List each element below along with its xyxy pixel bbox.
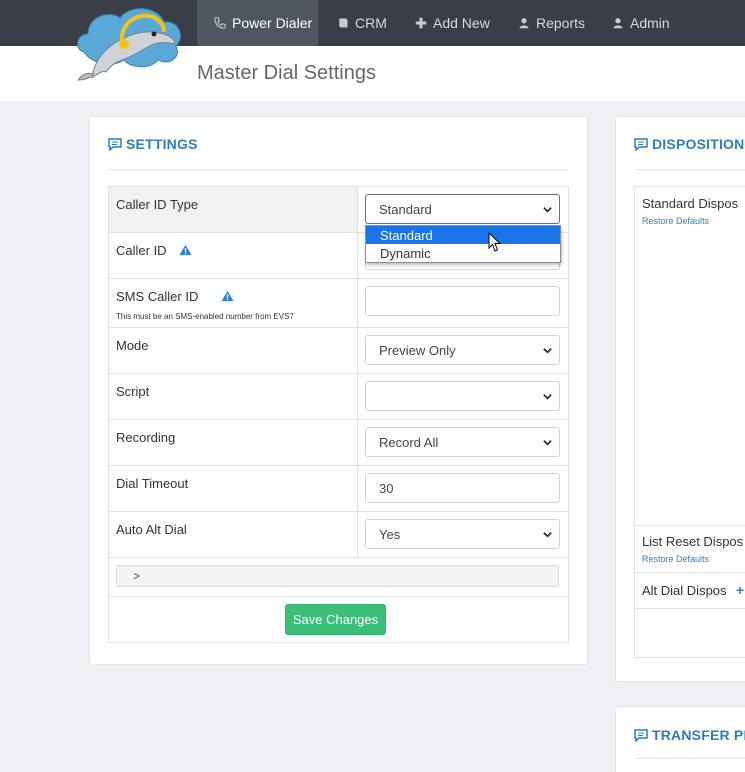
divider (634, 758, 745, 759)
advanced-collapser[interactable]: > (116, 565, 559, 587)
transfer-title: TRANSFER PR (652, 727, 745, 743)
nav-power-dialer[interactable]: Power Dialer (197, 0, 318, 46)
dolphin-logo[interactable] (72, 0, 188, 84)
dispositions-title: DISPOSITIONS (652, 136, 745, 152)
auto-alt-dial-value: Yes (379, 526, 401, 542)
standard-dispos-label: Standard Dispos (642, 196, 739, 211)
mode-label: Mode (109, 328, 358, 373)
list-reset-dispos-label: List Reset Dispos (642, 534, 744, 549)
caller-id-label: Caller ID (116, 243, 167, 258)
plus-icon (414, 16, 428, 30)
nav-admin[interactable]: Admin (611, 0, 670, 46)
caller-id-type-select[interactable]: Standard (365, 194, 560, 224)
save-changes-button[interactable]: Save Changes (285, 604, 386, 635)
row-recording: Recording Record All (109, 420, 568, 466)
dispositions-heading: DISPOSITIONS (634, 136, 745, 152)
comment-icon (634, 728, 648, 742)
nav-label: Admin (630, 15, 670, 31)
dial-timeout-value: 30 (379, 480, 394, 496)
user-icon (611, 16, 625, 30)
chevron-down-icon (543, 348, 552, 354)
nav-label: CRM (355, 15, 387, 31)
warning-icon[interactable] (221, 290, 234, 305)
nav-reports[interactable]: Reports (517, 0, 585, 46)
dial-timeout-input[interactable]: 30 (365, 473, 560, 503)
caller-id-type-label: Caller ID Type (109, 187, 358, 232)
mouse-cursor-icon (488, 232, 502, 252)
divider (634, 525, 745, 526)
add-alt-dial-dispo-button[interactable]: + (736, 582, 744, 598)
row-sms-caller-id: SMS Caller ID This must be an SMS-enable… (109, 279, 568, 328)
chevron-down-icon (543, 532, 552, 538)
alt-dial-dispos-label: Alt Dial Dispos (642, 583, 727, 598)
transfer-heading: TRANSFER PR (634, 727, 745, 743)
divider (108, 169, 569, 170)
page-title: Master Dial Settings (197, 62, 376, 84)
mode-value: Preview Only (379, 342, 456, 358)
list-reset-restore-defaults-link[interactable]: Restore Defaults (642, 554, 709, 564)
row-auto-alt-dial: Auto Alt Dial Yes (109, 512, 568, 558)
chevron-down-icon (543, 440, 552, 446)
dial-timeout-label: Dial Timeout (109, 466, 358, 511)
nav-crm[interactable]: CRM (336, 0, 387, 46)
row-mode: Mode Preview Only (109, 328, 568, 374)
mode-select[interactable]: Preview Only (365, 335, 560, 365)
auto-alt-dial-label: Auto Alt Dial (109, 512, 358, 557)
sms-caller-id-input[interactable] (365, 286, 560, 316)
settings-title: SETTINGS (126, 136, 198, 152)
row-script: Script (109, 374, 568, 420)
nav-label: Reports (536, 15, 586, 31)
chevron-down-icon (543, 394, 552, 400)
caller-id-type-value: Standard (379, 201, 432, 217)
sms-caller-id-hint: This must be an SMS-enabled number from … (116, 312, 294, 321)
recording-label: Recording (109, 420, 358, 465)
chevron-down-icon (543, 207, 552, 213)
dropdown-option-dynamic[interactable]: Dynamic (366, 244, 560, 262)
row-dial-timeout: Dial Timeout 30 (109, 466, 568, 512)
user-icon (517, 16, 531, 30)
sms-caller-id-label: SMS Caller ID (116, 289, 199, 304)
dropdown-option-standard[interactable]: Standard (366, 226, 560, 244)
comment-icon (108, 137, 122, 151)
standard-restore-defaults-link[interactable]: Restore Defaults (642, 216, 709, 226)
phone-icon (213, 16, 227, 30)
comment-icon (634, 137, 648, 151)
settings-heading: SETTINGS (108, 136, 198, 152)
nav-label: Add New (433, 15, 490, 31)
divider (634, 572, 745, 573)
caller-id-type-dropdown: Standard Dynamic (365, 225, 561, 263)
nav-add-new[interactable]: Add New (414, 0, 490, 46)
nav-label: Power Dialer (232, 15, 313, 31)
warning-icon[interactable] (179, 244, 192, 259)
divider (634, 608, 745, 609)
script-select[interactable] (365, 381, 560, 411)
book-icon (336, 16, 350, 30)
auto-alt-dial-select[interactable]: Yes (365, 519, 560, 549)
recording-select[interactable]: Record All (365, 427, 560, 457)
divider (634, 169, 745, 170)
row-advanced: > (109, 558, 568, 597)
recording-value: Record All (379, 434, 439, 450)
script-label: Script (109, 374, 358, 419)
